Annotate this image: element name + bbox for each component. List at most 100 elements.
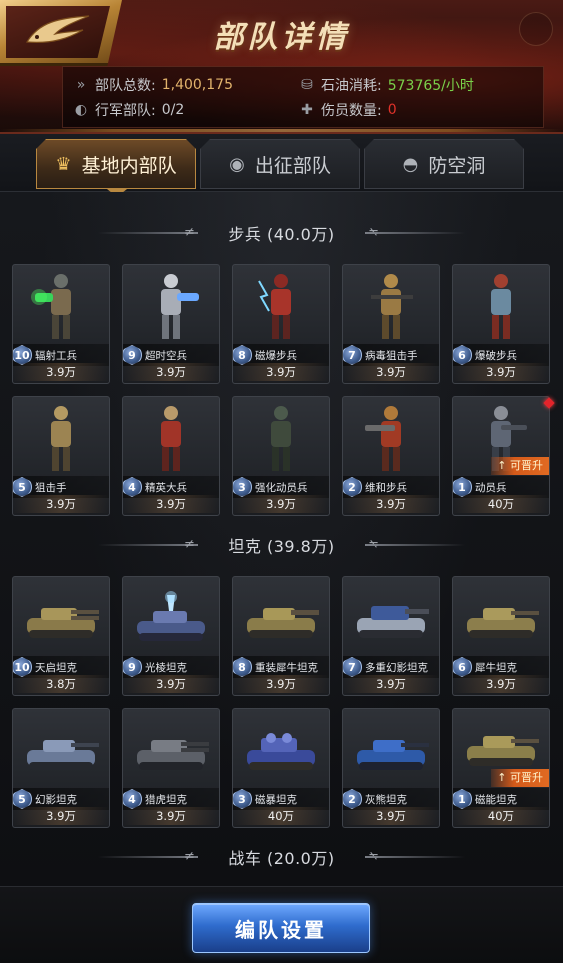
divider-icon: ≠ xyxy=(184,537,195,552)
unit-count: 3.9万 xyxy=(343,363,439,381)
stat-wounded: ✚ 伤员数量: 0 xyxy=(299,100,397,120)
unit-card[interactable]: 幻影坦克 5 3.9万 xyxy=(12,708,110,828)
soldier-icon xyxy=(127,269,215,345)
stat-oil-value: 573765/小时 xyxy=(387,78,474,94)
unit-card[interactable]: 超时空兵 9 3.9万 xyxy=(122,264,220,384)
stat-march-value: 0/2 xyxy=(161,102,185,118)
tab-base-troops-label: 基地内部队 xyxy=(81,154,177,177)
tank-icon xyxy=(457,581,545,657)
crown-icon: ♛ xyxy=(55,153,72,175)
unit-name: 强化动员兵 xyxy=(255,481,308,494)
tab-base-troops[interactable]: ♛ 基地内部队 xyxy=(36,139,196,189)
unit-card[interactable]: ↑ 可晋升 磁能坦克 1 40万 xyxy=(452,708,550,828)
unit-card[interactable]: 辐射工兵 10 3.9万 xyxy=(12,264,110,384)
unit-count: 3.9万 xyxy=(13,495,109,513)
upgrade-badge: ↑ 可晋升 xyxy=(491,457,549,475)
unit-count: 3.9万 xyxy=(343,807,439,825)
stats-panel: » 部队总数: 1,400,175 ⛁ 石油消耗: 573765/小时 ◐ 行军… xyxy=(62,66,544,128)
unit-name: 光棱坦克 xyxy=(145,661,187,674)
soldier-icon xyxy=(347,269,435,345)
unit-count: 3.9万 xyxy=(233,675,329,693)
header: 部队详情 » 部队总数: 1,400,175 ⛁ 石油消耗: 573765/小时… xyxy=(0,0,563,134)
tank-icon xyxy=(127,713,215,789)
unit-count: 3.9万 xyxy=(233,495,329,513)
unit-count: 3.9万 xyxy=(453,675,549,693)
tab-bar: ♛ 基地内部队 ◉ 出征部队 ◓ 防空洞 xyxy=(0,134,563,192)
tab-expedition-troops-label: 出征部队 xyxy=(254,154,331,177)
unit-card[interactable]: 维和步兵 2 3.9万 xyxy=(342,396,440,516)
stat-total-value: 1,400,175 xyxy=(161,77,233,93)
unit-name: 猎虎坦克 xyxy=(145,793,187,806)
unit-card[interactable]: 灰熊坦克 2 3.9万 xyxy=(342,708,440,828)
shelter-icon: ◓ xyxy=(402,153,419,175)
unit-name: 多重幻影坦克 xyxy=(365,661,428,674)
unit-card[interactable]: 磁暴坦克 3 40万 xyxy=(232,708,330,828)
divider-icon: ≠ xyxy=(184,225,195,240)
tank-icon xyxy=(347,713,435,789)
unit-name: 维和步兵 xyxy=(365,481,407,494)
tank-icon xyxy=(237,713,325,789)
unit-name: 磁爆步兵 xyxy=(255,349,297,362)
unit-card[interactable]: 猎虎坦克 4 3.9万 xyxy=(122,708,220,828)
unit-count: 40万 xyxy=(233,807,329,825)
unit-count: 3.8万 xyxy=(13,675,109,693)
unit-name: 动员兵 xyxy=(475,481,507,494)
troop-list[interactable]: ≠ 步兵 (40.0万) ≠ 辐射工兵 10 3.9万 超时空兵 9 3.9万 … xyxy=(0,192,563,886)
unit-card[interactable]: 天启坦克 10 3.8万 xyxy=(12,576,110,696)
unit-card[interactable]: 犀牛坦克 6 3.9万 xyxy=(452,576,550,696)
oil-barrels-icon: ⛁ xyxy=(301,77,313,93)
helmet-icon: ◐ xyxy=(74,102,88,118)
unit-count: 3.9万 xyxy=(343,495,439,513)
section-header-infantry: ≠ 步兵 (40.0万) ≠ xyxy=(0,218,563,248)
stat-march: ◐ 行军部队: 0/2 xyxy=(73,100,184,120)
unit-count: 40万 xyxy=(453,495,549,513)
section-title: 步兵 (40.0万) xyxy=(228,225,335,244)
stat-wounded-label: 伤员数量: xyxy=(321,103,382,119)
soldier-icon xyxy=(17,269,105,345)
unit-name: 天启坦克 xyxy=(35,661,77,674)
unit-card[interactable]: 精英大兵 4 3.9万 xyxy=(122,396,220,516)
unit-card[interactable]: 磁爆步兵 8 3.9万 xyxy=(232,264,330,384)
unit-name: 磁能坦克 xyxy=(475,793,517,806)
stat-oil-label: 石油消耗: xyxy=(321,78,382,94)
unit-count: 3.9万 xyxy=(123,363,219,381)
upgrade-label: 可晋升 xyxy=(510,771,543,784)
unit-card[interactable]: 光棱坦克 9 3.9万 xyxy=(122,576,220,696)
unit-count: 40万 xyxy=(453,807,549,825)
unit-card[interactable]: 狙击手 5 3.9万 xyxy=(12,396,110,516)
close-button[interactable] xyxy=(519,12,553,46)
tank-icon xyxy=(347,581,435,657)
unit-name: 爆破步兵 xyxy=(475,349,517,362)
stat-total-label: 部队总数: xyxy=(95,78,156,94)
unit-name: 狙击手 xyxy=(35,481,67,494)
page-title: 部队详情 xyxy=(213,20,350,55)
unit-name: 辐射工兵 xyxy=(35,349,77,362)
unit-card[interactable]: 爆破步兵 6 3.9万 xyxy=(452,264,550,384)
stat-oil: ⛁ 石油消耗: 573765/小时 xyxy=(299,75,474,95)
formation-settings-button[interactable]: 编队设置 xyxy=(192,903,370,953)
section-header-vehicles: ≠ 战车 (20.0万) ≠ xyxy=(0,842,563,872)
section-header-tanks: ≠ 坦克 (39.8万) ≠ xyxy=(0,530,563,560)
section-title: 坦克 (39.8万) xyxy=(228,537,335,556)
unit-card[interactable]: 病毒狙击手 7 3.9万 xyxy=(342,264,440,384)
unit-name: 重装犀牛坦克 xyxy=(255,661,318,674)
stat-wounded-value: 0 xyxy=(387,102,397,118)
unit-count: 3.9万 xyxy=(123,807,219,825)
unit-card[interactable]: 多重幻影坦克 7 3.9万 xyxy=(342,576,440,696)
unit-name: 病毒狙击手 xyxy=(365,349,418,362)
unit-card[interactable]: 重装犀牛坦克 8 3.9万 xyxy=(232,576,330,696)
tank-icon xyxy=(237,581,325,657)
tab-shelter[interactable]: ◓ 防空洞 xyxy=(364,139,524,189)
divider-icon: ≠ xyxy=(184,849,195,864)
unit-count: 3.9万 xyxy=(13,363,109,381)
unit-name: 磁暴坦克 xyxy=(255,793,297,806)
upgrade-label: 可晋升 xyxy=(510,459,543,472)
unit-card[interactable]: 强化动员兵 3 3.9万 xyxy=(232,396,330,516)
tank-icon xyxy=(17,581,105,657)
unit-name: 超时空兵 xyxy=(145,349,187,362)
tab-expedition-troops[interactable]: ◉ 出征部队 xyxy=(200,139,360,189)
tank-icon xyxy=(17,713,105,789)
soldier-icon xyxy=(237,269,325,345)
unit-card[interactable]: ↑ 可晋升 动员兵 1 40万 xyxy=(452,396,550,516)
stat-total: » 部队总数: 1,400,175 xyxy=(73,75,233,95)
